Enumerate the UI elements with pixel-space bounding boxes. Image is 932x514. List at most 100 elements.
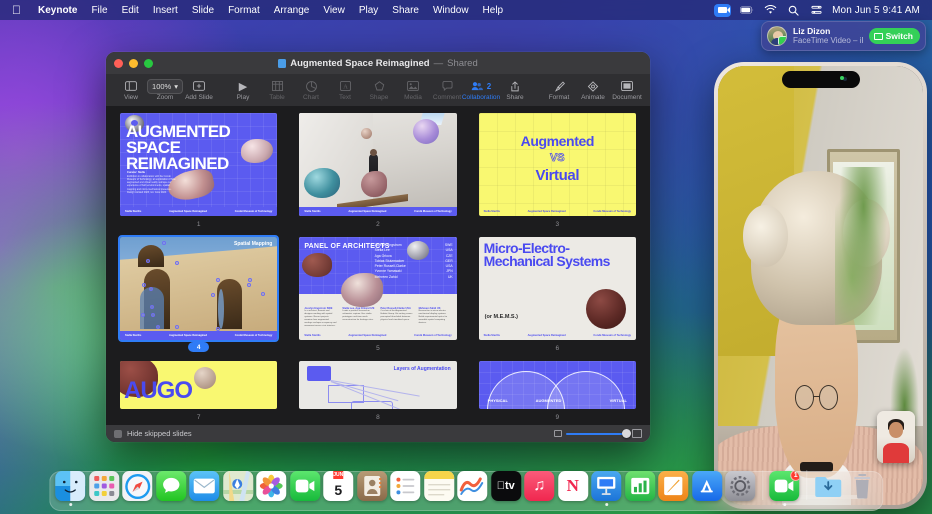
slide-cell[interactable]: Stella Sterilis Augmented Space Reimagin…	[299, 113, 456, 229]
toolbar-add-slide[interactable]: Add Slide	[182, 80, 216, 101]
toolbar-share[interactable]: Share	[498, 80, 532, 101]
menu-bar-clock[interactable]: Mon Jun 5 9:41 AM	[832, 5, 920, 16]
menu-item-edit[interactable]: Edit	[115, 5, 146, 16]
window-titlebar[interactable]: Augmented Space Reimagined — Shared	[106, 52, 650, 74]
slide-cell[interactable]: Spatial Mapping Stella Sterilis Augmente…	[120, 237, 277, 353]
facetime-notification-banner[interactable]: Liz Dizon FaceTime Video – iPhone › Swit…	[761, 21, 926, 51]
maximize-button[interactable]	[144, 59, 153, 68]
menu-item-file[interactable]: File	[84, 5, 114, 16]
dock-item-reminders[interactable]	[390, 471, 420, 506]
dock-item-freeform[interactable]	[457, 471, 487, 506]
dock-item-news[interactable]: N	[558, 471, 588, 506]
control-center-icon[interactable]	[809, 4, 823, 16]
menu-item-slide[interactable]: Slide	[185, 5, 221, 16]
dock-item-tv[interactable]: tv	[491, 471, 521, 506]
slide-cell[interactable]: Layers of Augmentation 8	[299, 361, 456, 422]
dock-item-photos[interactable]	[256, 471, 286, 506]
dock-item-messages[interactable]	[156, 471, 186, 506]
slide-thumbnail-5[interactable]: PANEL OF ARCHITECTS Jocelyn EngstromSWE …	[299, 237, 456, 340]
dock-item-facetime-call[interactable]: 1	[769, 471, 799, 506]
menu-item-keynote[interactable]: Keynote	[31, 5, 84, 16]
slider-track[interactable]	[566, 433, 628, 435]
menu-item-format[interactable]: Format	[221, 5, 267, 16]
dock-item-appstore[interactable]	[692, 471, 722, 506]
apple-menu-icon[interactable]: 	[12, 4, 21, 16]
slide-thumbnail-7[interactable]: AUGO	[120, 361, 277, 409]
menu-item-share[interactable]: Share	[385, 5, 426, 16]
toolbar-chart[interactable]: Chart	[294, 80, 328, 101]
keynote-window[interactable]: Augmented Space Reimagined — Shared View…	[106, 52, 650, 442]
slide-cell[interactable]: Augmented VS Virtual Stella Sterilis Aug…	[479, 113, 636, 229]
dock-item-notes[interactable]	[424, 471, 454, 506]
iphone-facetime-device[interactable]	[714, 62, 927, 509]
zoom-value[interactable]: 100%▾	[147, 79, 183, 94]
slide-thumbnail-4[interactable]: Spatial Mapping Stella Sterilis Augmente…	[120, 237, 277, 340]
dock-item-contacts[interactable]	[357, 471, 387, 506]
toolbar-table[interactable]: Table	[260, 80, 294, 101]
slide-thumbnail-6[interactable]: Micro-Electro-Mechanical Systems (or M.E…	[479, 237, 636, 340]
large-thumbnail-icon[interactable]	[632, 429, 642, 438]
slide-cell[interactable]: AUGMENTED SPACE REIMAGINED Curator: Stel…	[120, 113, 277, 229]
slide-thumbnail-9[interactable]: PHYSICAL AUGMENTED VIRTUAL	[479, 361, 636, 409]
dock-item-numbers[interactable]	[625, 471, 655, 506]
small-thumbnail-icon[interactable]	[554, 430, 562, 437]
toolbar-shape[interactable]: Shape	[362, 80, 396, 101]
slide-body-title: Curator: Stella	[127, 171, 179, 174]
pip-body	[883, 443, 909, 463]
dock-item-facetime[interactable]	[290, 471, 320, 506]
switch-button[interactable]: Switch	[869, 28, 920, 44]
menu-item-window[interactable]: Window	[426, 5, 476, 16]
dock-item-music[interactable]: ♫	[524, 471, 554, 506]
bio-column: Jocelyn Engstrom SWEIs a architect, theo…	[304, 307, 337, 328]
self-view-thumbnail[interactable]	[877, 411, 915, 463]
wifi-icon[interactable]	[763, 4, 777, 16]
slide-cell[interactable]: Micro-Electro-Mechanical Systems (or M.E…	[479, 237, 636, 353]
thumbnail-size-slider[interactable]	[554, 429, 642, 438]
minimize-button[interactable]	[129, 59, 138, 68]
dock-item-launchpad[interactable]	[89, 471, 119, 506]
menu-item-view[interactable]: View	[316, 5, 352, 16]
battery-icon[interactable]	[740, 4, 754, 16]
menu-item-insert[interactable]: Insert	[146, 5, 185, 16]
toolbar-view[interactable]: View	[114, 80, 148, 101]
window-controls[interactable]	[114, 59, 153, 68]
slide-cell[interactable]: PANEL OF ARCHITECTS Jocelyn EngstromSWE …	[299, 237, 456, 353]
notification-text: Liz Dizon FaceTime Video – iPhone ›	[793, 27, 863, 46]
hide-skipped-slides-checkbox[interactable]	[114, 430, 122, 438]
slide-thumbnail-1[interactable]: AUGMENTED SPACE REIMAGINED Curator: Stel…	[120, 113, 277, 216]
dock-item-settings[interactable]	[725, 471, 755, 506]
slider-knob[interactable]	[622, 429, 631, 438]
slide-cell[interactable]: AUGO 7	[120, 361, 277, 422]
slide-cell[interactable]: PHYSICAL AUGMENTED VIRTUAL 9	[479, 361, 636, 422]
search-icon[interactable]	[786, 4, 800, 16]
screen-share-icon[interactable]	[714, 4, 731, 17]
dock-item-mail[interactable]	[189, 471, 219, 506]
iphone-screen[interactable]	[718, 66, 923, 505]
dock-item-finder[interactable]	[55, 471, 85, 506]
toolbar-media[interactable]: Media	[396, 80, 430, 101]
slide-navigator[interactable]: AUGMENTED SPACE REIMAGINED Curator: Stel…	[106, 107, 650, 424]
toolbar-play[interactable]: ▶ Play	[226, 80, 260, 101]
toolbar-comment[interactable]: Comment	[430, 80, 464, 101]
dock-item-trash[interactable]	[847, 471, 877, 506]
toolbar-animate[interactable]: Animate	[576, 80, 610, 101]
dock-item-safari[interactable]	[122, 471, 152, 506]
slide-thumbnail-3[interactable]: Augmented VS Virtual Stella Sterilis Aug…	[479, 113, 636, 216]
menu-item-play[interactable]: Play	[352, 5, 385, 16]
close-button[interactable]	[114, 59, 123, 68]
menu-item-help[interactable]: Help	[476, 5, 511, 16]
dock-item-pages[interactable]	[658, 471, 688, 506]
toolbar-format[interactable]: Format	[542, 80, 576, 101]
toolbar-zoom[interactable]: 100%▾ Zoom	[148, 80, 182, 101]
dock-item-calendar[interactable]: JUN 5	[323, 471, 353, 506]
dock-item-keynote[interactable]	[591, 471, 621, 506]
slide-thumbnail-2[interactable]: Stella Sterilis Augmented Space Reimagin…	[299, 113, 456, 216]
menu-item-arrange[interactable]: Arrange	[267, 5, 317, 16]
bio-text: Is a architect, theorist and designer wo…	[304, 310, 337, 328]
toolbar-collaboration[interactable]: 2 Collaboration	[464, 80, 498, 101]
toolbar-text[interactable]: A Text	[328, 80, 362, 101]
toolbar-document[interactable]: Document	[610, 80, 644, 101]
dock-item-downloads[interactable]	[813, 471, 843, 506]
slide-thumbnail-8[interactable]: Layers of Augmentation	[299, 361, 456, 409]
dock-item-maps[interactable]	[223, 471, 253, 506]
